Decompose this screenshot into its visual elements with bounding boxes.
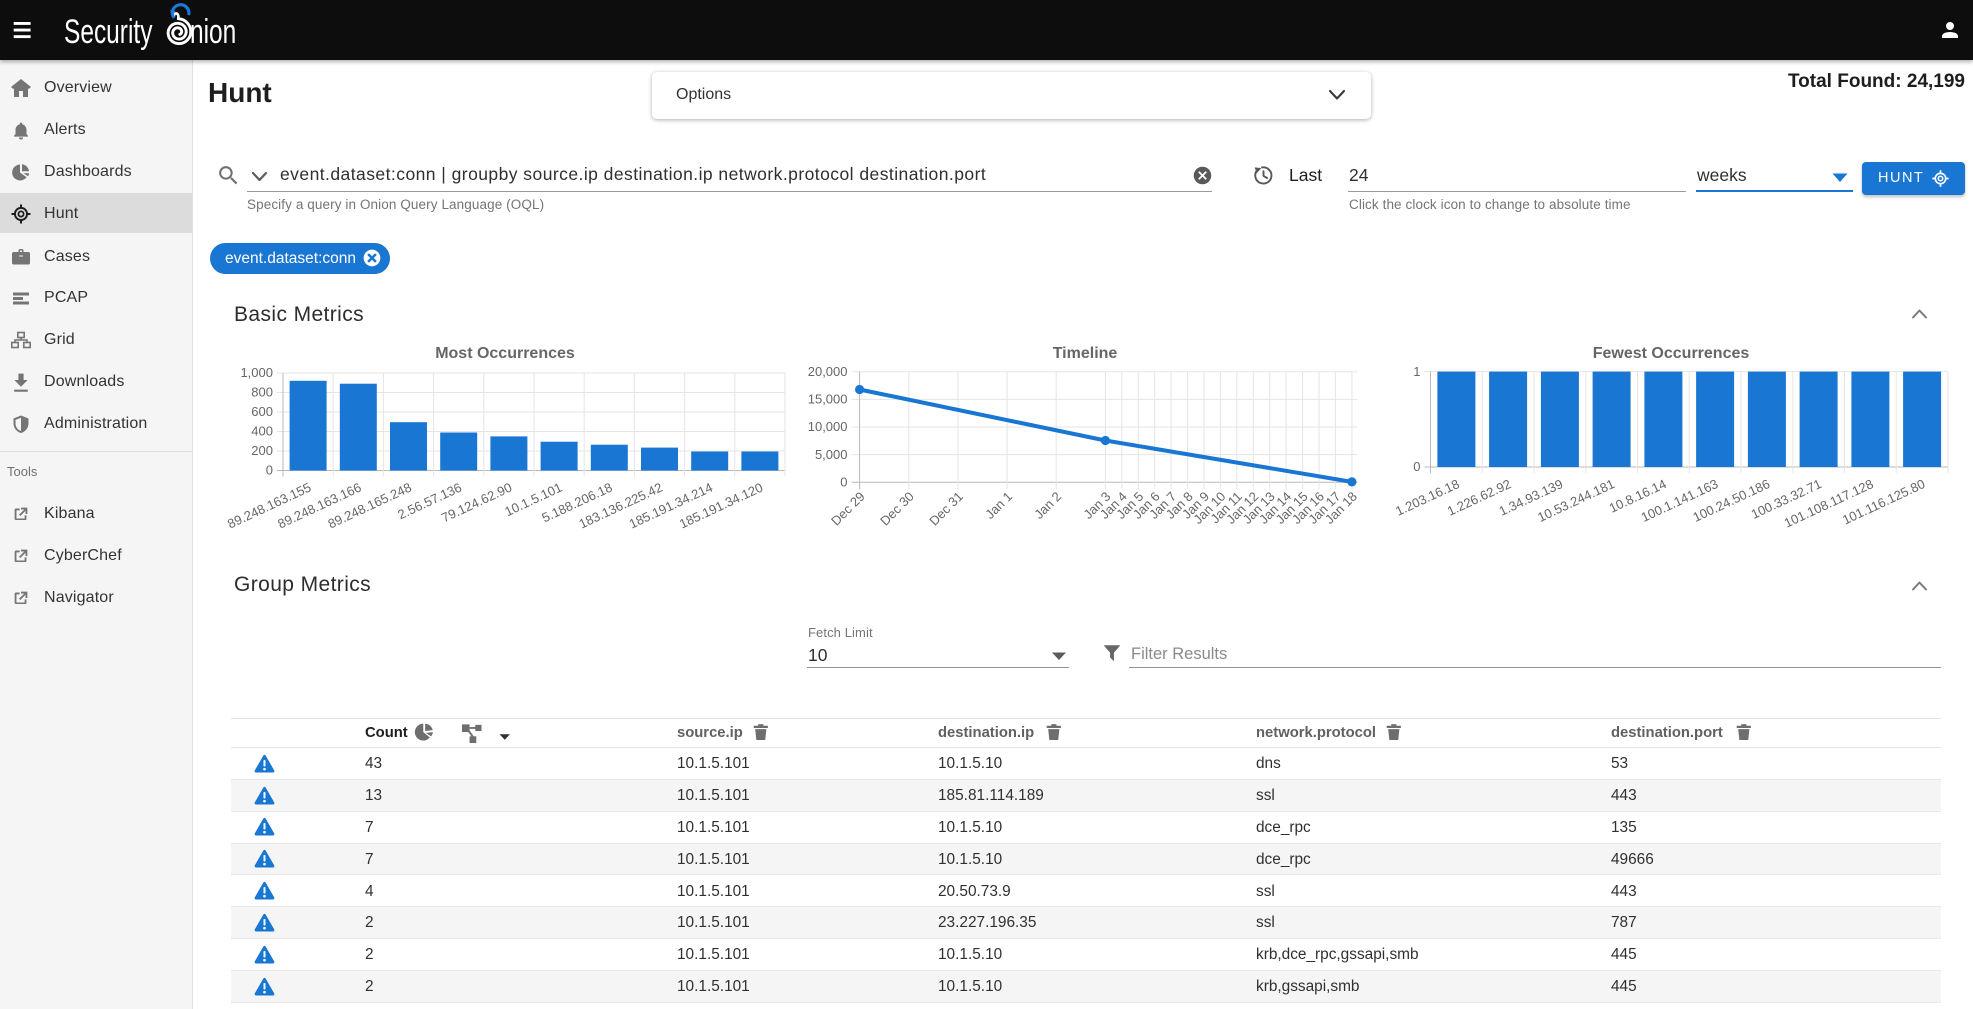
svg-text:Fewest Occurrences: Fewest Occurrences	[1593, 345, 1750, 362]
svg-text:10,000: 10,000	[808, 419, 848, 434]
svg-text:1,000: 1,000	[240, 365, 273, 380]
svg-text:400: 400	[251, 424, 273, 439]
svg-text:200: 200	[251, 443, 273, 458]
svg-text:600: 600	[251, 404, 273, 419]
svg-text:0: 0	[266, 463, 273, 478]
svg-text:Timeline: Timeline	[1053, 345, 1118, 362]
svg-text:Jan 1: Jan 1	[982, 489, 1015, 522]
svg-text:Dec 30: Dec 30	[877, 489, 917, 529]
svg-text:Dec 29: Dec 29	[828, 489, 868, 529]
svg-text:20,000: 20,000	[808, 364, 848, 379]
svg-text:5,000: 5,000	[815, 447, 848, 462]
svg-text:1: 1	[1413, 364, 1420, 379]
svg-text:800: 800	[251, 385, 273, 400]
svg-text:Most Occurrences: Most Occurrences	[435, 345, 575, 362]
svg-text:15,000: 15,000	[808, 392, 848, 407]
svg-text:Jan 2: Jan 2	[1031, 489, 1064, 522]
svg-text:0: 0	[840, 474, 847, 489]
svg-text:Dec 31: Dec 31	[926, 489, 966, 529]
svg-text:0: 0	[1413, 459, 1420, 474]
